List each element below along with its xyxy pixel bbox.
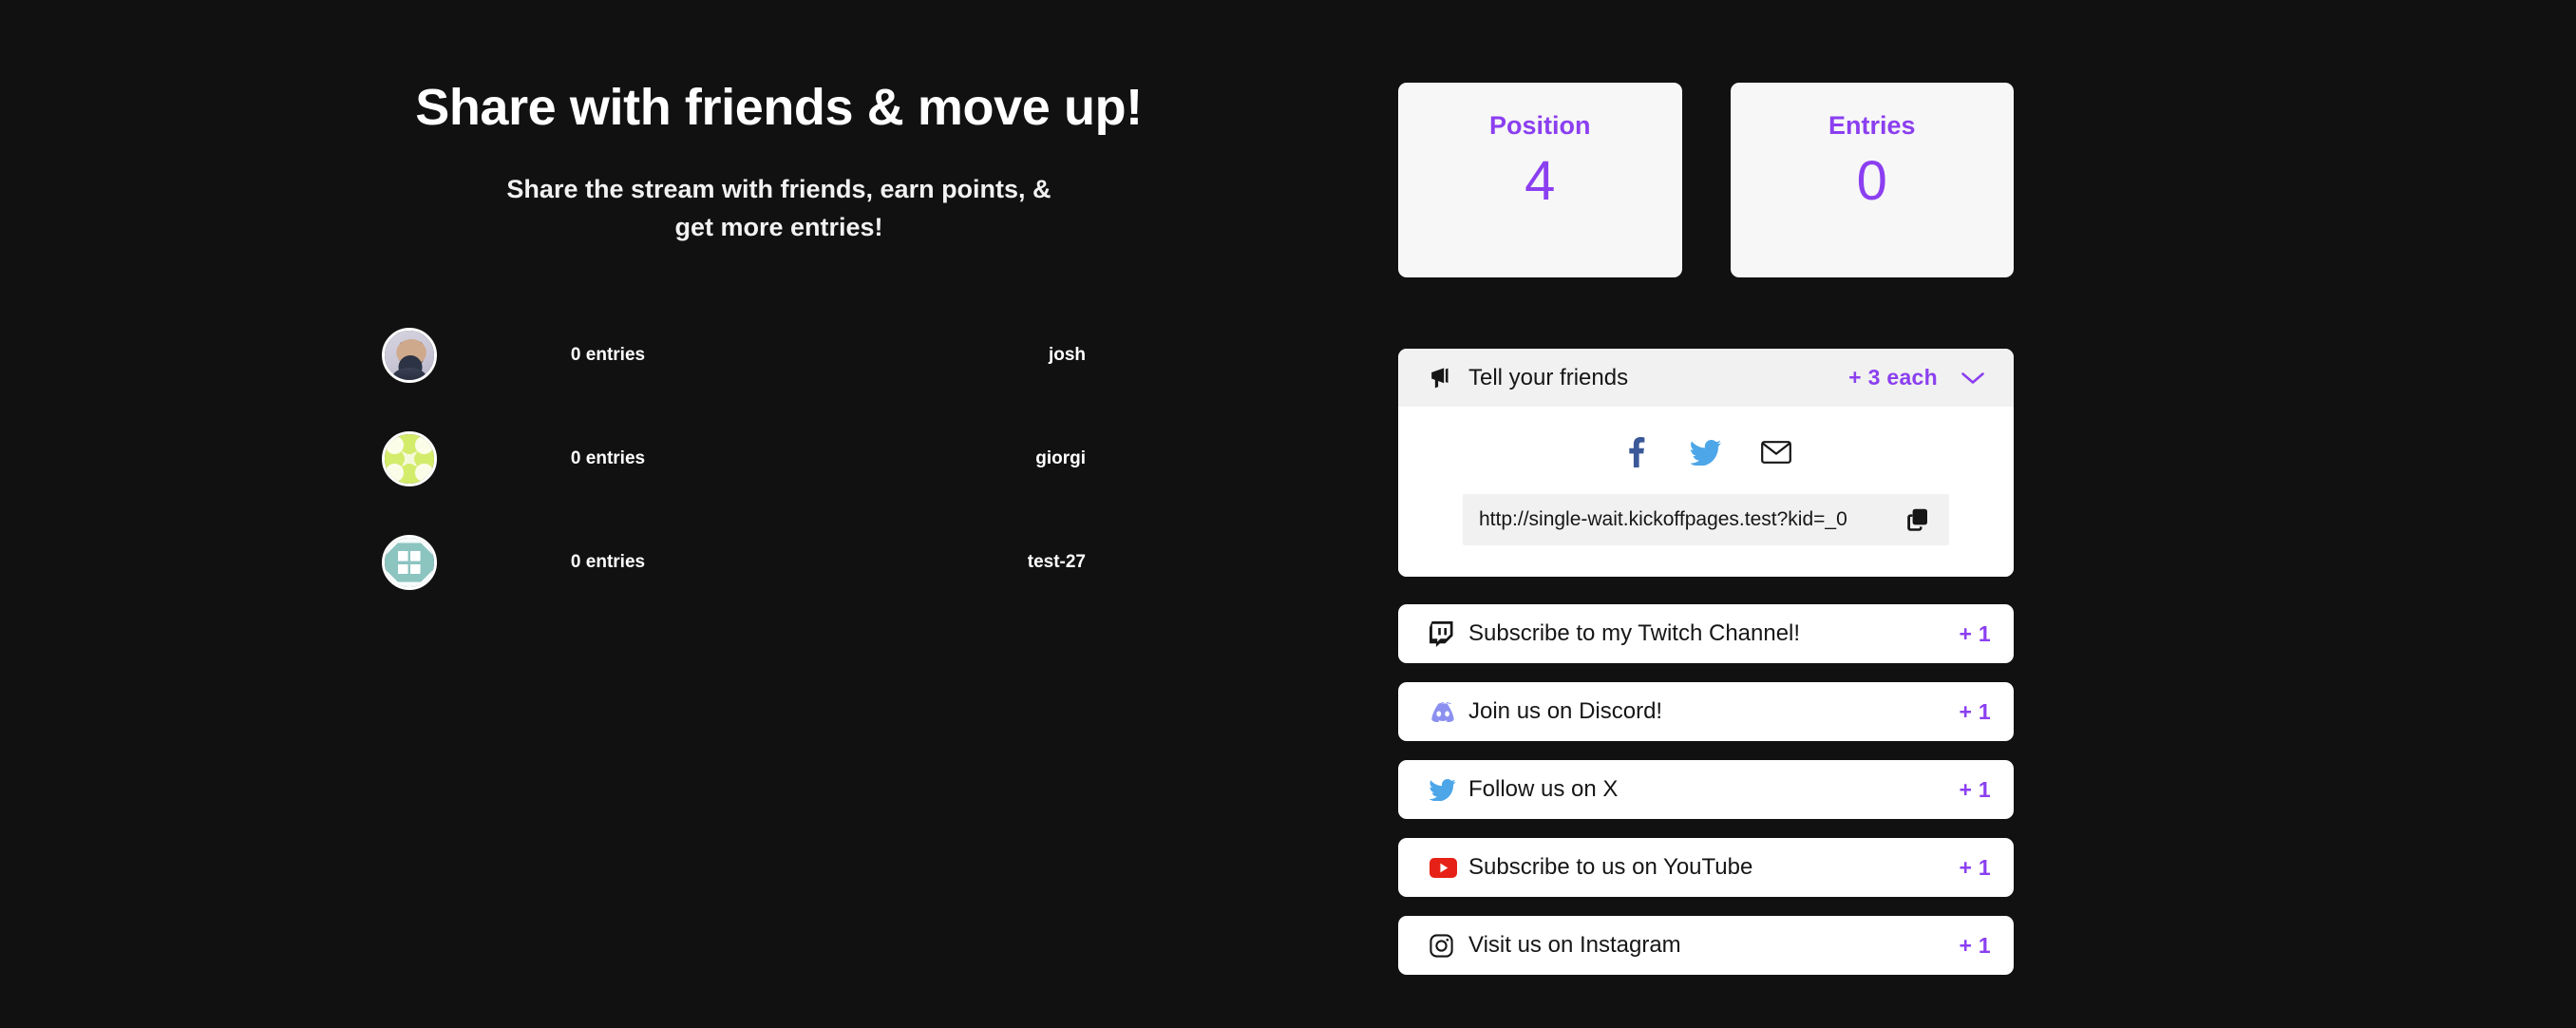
lime-identicon-avatar [385, 434, 434, 485]
tell-your-friends-panel: Tell your friends + 3 each http://single… [1398, 349, 2014, 577]
avatar [382, 328, 437, 384]
action-row-twitter-x[interactable]: Follow us on X + 1 [1398, 760, 2014, 819]
avatar-wrapper [380, 431, 484, 487]
photo-avatar [385, 331, 434, 381]
email-icon[interactable] [1760, 436, 1792, 468]
page-title: Share with friends & move up! [415, 79, 1143, 136]
entries-count: 0 entries [570, 552, 646, 573]
avatar [382, 535, 437, 591]
teal-identicon-avatar [385, 538, 434, 588]
avatar [382, 431, 437, 487]
list-item: 0 entries giorgi [380, 408, 1178, 511]
points-badge: + 3 each [1848, 365, 1938, 390]
twitch-icon [1430, 620, 1460, 647]
user-name: josh [1048, 345, 1086, 366]
stats-row: Position 4 Entries 0 [1398, 83, 2014, 277]
leaderboard-list: 0 entries josh 0 entries giorgi 0 entrie… [380, 304, 1178, 615]
action-row-twitch[interactable]: Subscribe to my Twitch Channel! + 1 [1398, 604, 2014, 663]
social-share-buttons [1398, 435, 2014, 469]
tell-your-friends-body: http://single-wait.kickoffpages.test?kid… [1398, 407, 2014, 577]
stat-value: 0 [1856, 150, 1887, 212]
stat-label: Position [1489, 111, 1591, 140]
youtube-icon [1430, 857, 1460, 878]
twitter-icon [1430, 778, 1460, 801]
points-badge: + 1 [1959, 932, 1991, 958]
action-row-instagram[interactable]: Visit us on Instagram + 1 [1398, 916, 2014, 975]
action-label: Subscribe to us on YouTube [1468, 854, 1753, 880]
twitter-icon[interactable] [1690, 436, 1722, 468]
points-badge: + 1 [1959, 854, 1991, 880]
list-item: 0 entries josh [380, 304, 1178, 408]
copy-icon[interactable] [1904, 505, 1932, 534]
action-label: Subscribe to my Twitch Channel! [1468, 620, 1801, 646]
chevron-down-icon[interactable] [1955, 371, 1991, 386]
action-label: Follow us on X [1468, 776, 1619, 802]
entries-count: 0 entries [570, 345, 646, 366]
stat-card-entries: Entries 0 [1730, 83, 2014, 277]
page-subtitle: Share the stream with friends, earn poin… [506, 175, 1051, 241]
share-url-row[interactable]: http://single-wait.kickoffpages.test?kid… [1463, 494, 1949, 545]
tell-your-friends-label: Tell your friends [1468, 364, 1629, 390]
action-row-youtube[interactable]: Subscribe to us on YouTube + 1 [1398, 838, 2014, 897]
list-item: 0 entries test-27 [380, 511, 1178, 615]
facebook-icon[interactable] [1619, 436, 1652, 468]
waitlist-share-page: Share with friends & move up! Share the … [0, 0, 2576, 1028]
action-rows: Subscribe to my Twitch Channel! + 1 Join… [1398, 604, 2014, 975]
entries-count: 0 entries [570, 448, 646, 469]
instagram-icon [1430, 933, 1460, 958]
points-badge: + 1 [1959, 620, 1991, 646]
share-actions-panel: Position 4 Entries 0 Tell your friends +… [1398, 83, 2014, 975]
action-label: Visit us on Instagram [1468, 932, 1681, 958]
action-row-discord[interactable]: Join us on Discord! + 1 [1398, 682, 2014, 741]
tell-your-friends-header[interactable]: Tell your friends + 3 each [1398, 349, 2014, 407]
avatar-wrapper [380, 535, 484, 591]
share-url-text: http://single-wait.kickoffpages.test?kid… [1479, 508, 1847, 530]
points-badge: + 1 [1959, 776, 1991, 802]
avatar-wrapper [380, 328, 484, 384]
share-promo-section: Share with friends & move up! Share the … [380, 80, 1178, 615]
points-badge: + 1 [1959, 698, 1991, 724]
stat-value: 4 [1525, 150, 1556, 212]
user-name: test-27 [1027, 552, 1086, 573]
stat-card-position: Position 4 [1398, 83, 1682, 277]
discord-icon [1430, 701, 1460, 722]
stat-label: Entries [1828, 111, 1916, 140]
action-label: Join us on Discord! [1468, 698, 1663, 724]
megaphone-icon [1430, 366, 1462, 390]
user-name: giorgi [1035, 448, 1086, 469]
